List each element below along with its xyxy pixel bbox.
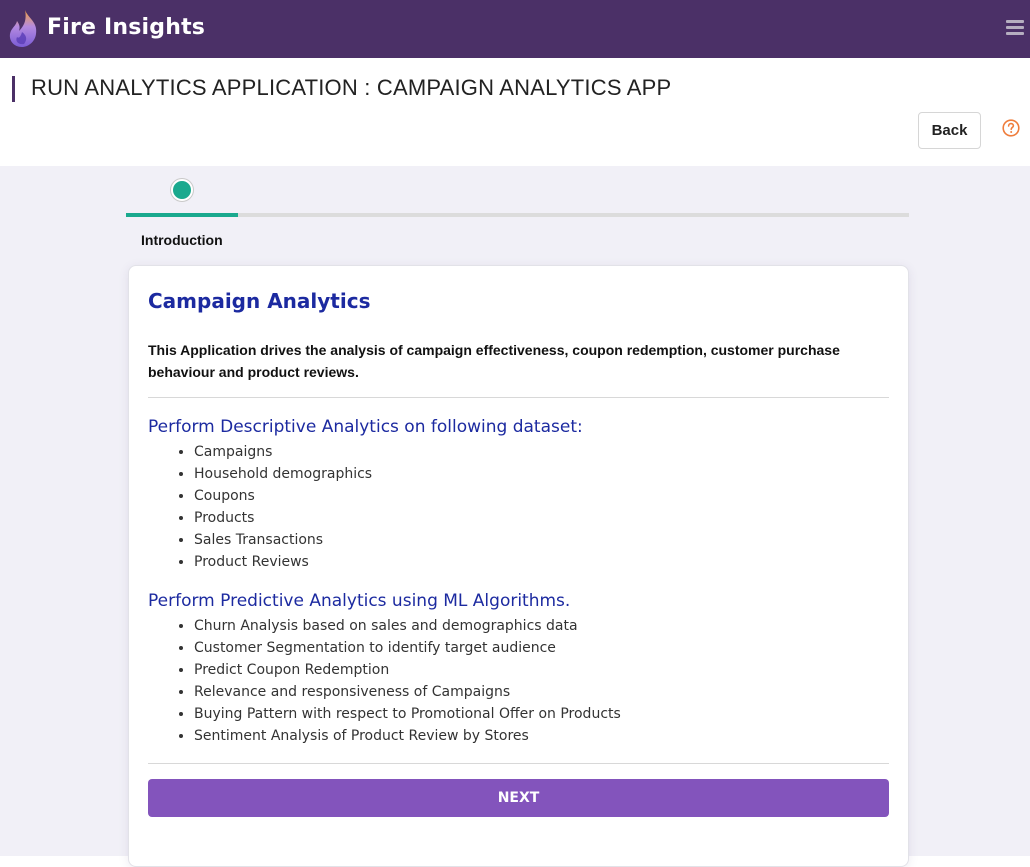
predictive-analytics-list: Churn Analysis based on sales and demogr… xyxy=(148,615,621,747)
list-item: Sales Transactions xyxy=(194,529,372,551)
list-item: Predict Coupon Redemption xyxy=(194,659,621,681)
top-navbar: Fire Insights xyxy=(0,0,1030,58)
next-button[interactable]: NEXT xyxy=(148,779,889,817)
question-circle-icon[interactable] xyxy=(1002,119,1020,137)
page-title: RUN ANALYTICS APPLICATION : CAMPAIGN ANA… xyxy=(31,75,672,100)
stepper-progress-fill xyxy=(126,213,238,217)
card-title: Campaign Analytics xyxy=(148,289,371,313)
back-button[interactable]: Back xyxy=(918,112,981,149)
list-item: Products xyxy=(194,507,372,529)
intro-card: Campaign Analytics This Application driv… xyxy=(128,265,909,867)
step-indicator-dot[interactable] xyxy=(171,179,193,201)
hamburger-menu-icon[interactable] xyxy=(1006,20,1024,36)
list-item: Campaigns xyxy=(194,441,372,463)
list-item: Household demographics xyxy=(194,463,372,485)
title-accent-bar xyxy=(12,76,15,102)
stepper-progress-track xyxy=(126,213,909,217)
brand-name[interactable]: Fire Insights xyxy=(47,15,205,40)
flame-logo-icon[interactable] xyxy=(8,8,40,48)
page-header: RUN ANALYTICS APPLICATION : CAMPAIGN ANA… xyxy=(0,58,1030,166)
card-description: This Application drives the analysis of … xyxy=(148,342,840,380)
section-title-descriptive: Perform Descriptive Analytics on followi… xyxy=(148,417,583,437)
divider xyxy=(148,397,889,398)
list-item: Coupons xyxy=(194,485,372,507)
list-item: Sentiment Analysis of Product Review by … xyxy=(194,725,621,747)
list-item: Product Reviews xyxy=(194,551,372,573)
step-label-introduction[interactable]: Introduction xyxy=(141,232,223,248)
list-item: Churn Analysis based on sales and demogr… xyxy=(194,615,621,637)
list-item: Customer Segmentation to identify target… xyxy=(194,637,621,659)
section-title-predictive: Perform Predictive Analytics using ML Al… xyxy=(148,591,571,611)
divider xyxy=(148,763,889,764)
list-item: Relevance and responsiveness of Campaign… xyxy=(194,681,621,703)
list-item: Buying Pattern with respect to Promotion… xyxy=(194,703,621,725)
descriptive-dataset-list: Campaigns Household demographics Coupons… xyxy=(148,441,372,573)
